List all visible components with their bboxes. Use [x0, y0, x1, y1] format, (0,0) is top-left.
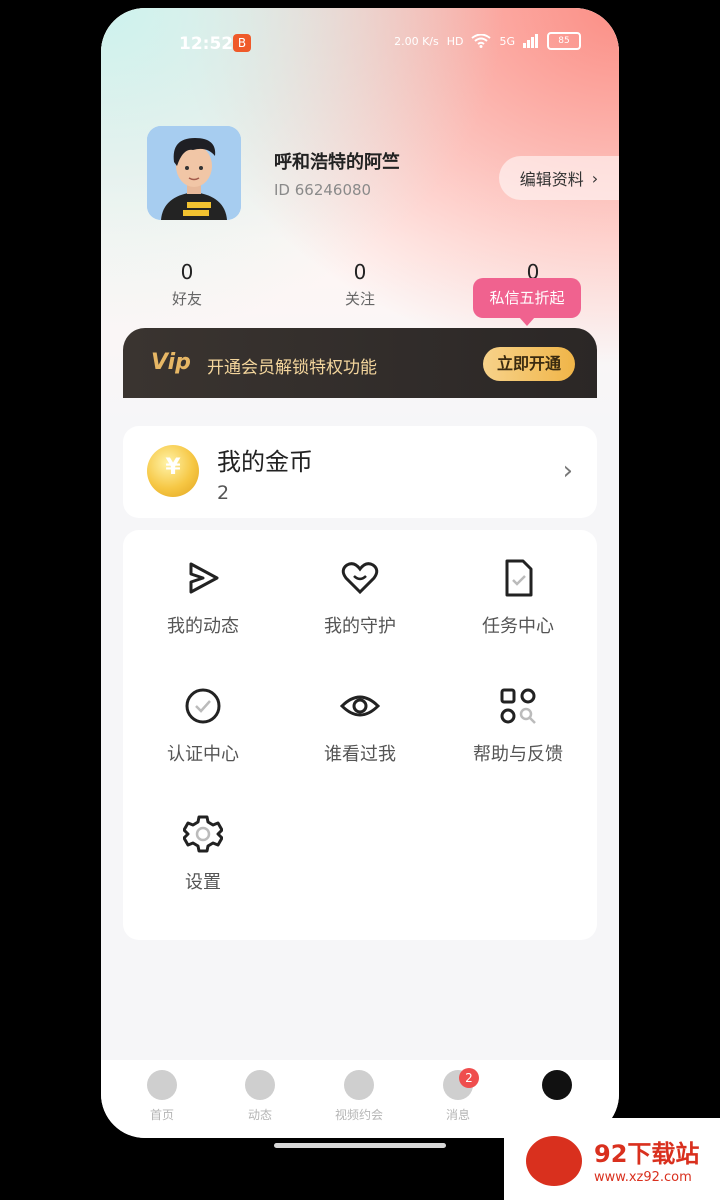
menu-item-visitors[interactable]: 谁看过我 [281, 686, 439, 766]
tab-home[interactable]: 首页 [110, 1070, 214, 1123]
vip-open-button[interactable]: 立即开通 [483, 347, 575, 381]
edit-profile-label: 编辑资料 [519, 170, 584, 189]
signal-icon [523, 34, 538, 48]
phone-screen: 12:52 B 2.00 K/s HD 5G 85 呼和浩特的阿竺 ID 662… [101, 8, 619, 1138]
tab-label: 动态 [247, 1108, 272, 1122]
message-count-badge: 2 [459, 1068, 479, 1088]
user-id: ID 66246080 [274, 181, 372, 199]
hd-icon: HD [446, 34, 464, 48]
menu-item-label: 设置 [185, 872, 221, 893]
home-indicator[interactable] [274, 1143, 446, 1148]
stat-friends-label: 好友 [171, 290, 202, 308]
heart-icon [341, 562, 379, 595]
net-speed: 2.00 K/s [394, 34, 439, 48]
stat-following[interactable]: 0 关注 [300, 260, 420, 309]
avatar-image [147, 126, 241, 220]
tab-label: 消息 [445, 1108, 470, 1122]
stat-friends-value: 0 [180, 260, 194, 284]
profile-icon [542, 1070, 572, 1100]
compass-icon [245, 1070, 275, 1100]
tab-label: 首页 [149, 1108, 174, 1122]
menu-item-label: 帮助与反馈 [473, 744, 563, 765]
tab-messages[interactable]: 消息 [406, 1070, 510, 1123]
menu-item-label: 我的动态 [167, 616, 239, 637]
battery-icon: 85 [547, 32, 581, 50]
tab-video-date[interactable]: 视频约会 [307, 1070, 411, 1123]
menu-item-label: 任务中心 [482, 616, 554, 637]
menu-item-label: 谁看过我 [324, 744, 396, 765]
menu-item-settings[interactable]: 设置 [124, 814, 282, 894]
stat-friends[interactable]: 0 好友 [127, 260, 247, 309]
gear-icon [182, 815, 224, 853]
coin-icon: ¥ [147, 445, 199, 497]
help-grid-icon [500, 688, 536, 724]
status-right: 2.00 K/s HD 5G 85 [394, 32, 581, 50]
eye-icon [339, 695, 381, 717]
status-bar: 12:52 B 2.00 K/s HD 5G 85 [101, 8, 619, 78]
menu-item-help-feedback[interactable]: 帮助与反馈 [439, 686, 597, 766]
watermark-title: 92下载站 [594, 1140, 700, 1168]
video-icon [344, 1070, 374, 1100]
menu-item-label: 认证中心 [167, 744, 239, 765]
watermark-url: www.xz92.com [594, 1170, 692, 1185]
menu-item-label: 我的守护 [324, 616, 396, 637]
check-circle-icon [185, 688, 221, 724]
tab-moments[interactable]: 动态 [208, 1070, 312, 1123]
avatar[interactable] [147, 126, 241, 220]
vip-icon: Vip [151, 350, 191, 375]
wifi-icon [471, 34, 492, 48]
home-icon [147, 1070, 177, 1100]
dm-discount-badge[interactable]: 私信五折起 [473, 278, 581, 326]
coins-value: 2 [217, 482, 230, 504]
chevron-right-icon: › [591, 168, 599, 188]
watermark: 92下载站 www.xz92.com [504, 1118, 720, 1200]
app-notification-icon: B [233, 34, 251, 52]
status-time: 12:52 [179, 34, 234, 54]
user-name: 呼和浩特的阿竺 [274, 152, 400, 173]
stat-following-label: 关注 [344, 290, 375, 308]
stat-following-value: 0 [353, 260, 367, 284]
tab-label: 视频约会 [334, 1108, 383, 1122]
menu-grid: 我的动态 我的守护 任务中心 认证中心 谁看过我 帮助与反馈 设置 [123, 530, 597, 940]
vip-text: 开通会员解锁特权功能 [207, 358, 377, 378]
menu-item-my-guard[interactable]: 我的守护 [281, 558, 439, 638]
menu-item-my-posts[interactable]: 我的动态 [124, 558, 282, 638]
document-icon [505, 559, 533, 597]
watermark-logo-icon [526, 1136, 582, 1186]
vip-banner[interactable]: Vip 开通会员解锁特权功能 立即开通 [123, 328, 597, 398]
signal-label: 5G [499, 34, 515, 48]
send-icon [189, 562, 219, 594]
coins-card[interactable]: ¥ 我的金币 2 › [123, 426, 597, 518]
coins-title: 我的金币 [217, 448, 313, 476]
tab-profile[interactable] [505, 1070, 609, 1106]
menu-item-verification[interactable]: 认证中心 [124, 686, 282, 766]
edit-profile-button[interactable]: 编辑资料 › [499, 156, 619, 200]
chevron-right-icon: › [562, 456, 573, 486]
menu-item-task-center[interactable]: 任务中心 [439, 558, 597, 638]
